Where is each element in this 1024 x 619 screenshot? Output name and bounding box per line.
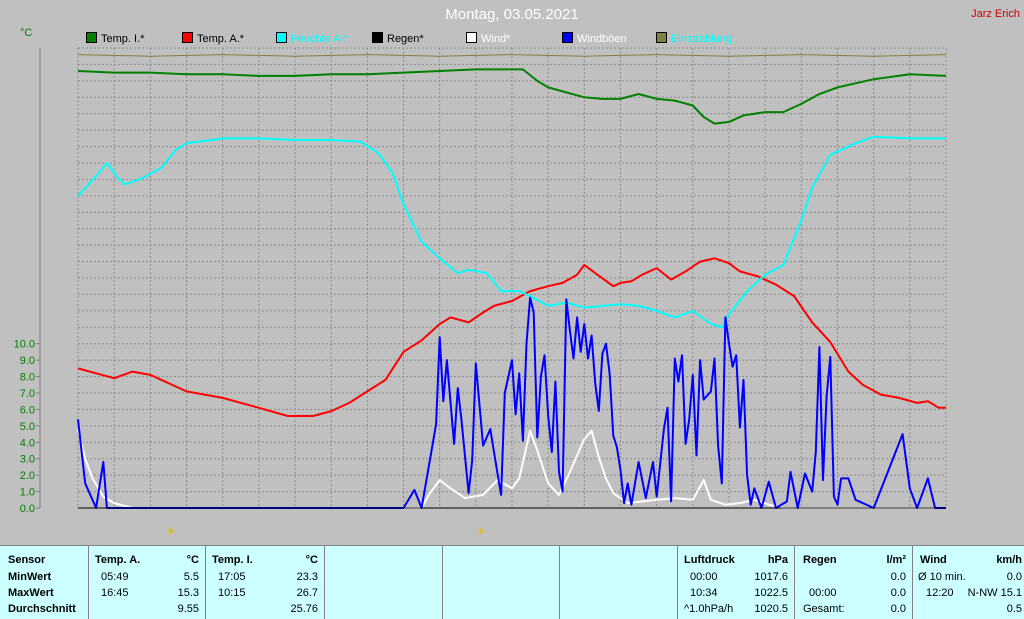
legend-item-temp-a: Temp. A.* <box>182 32 244 45</box>
legend-swatch-windboeen <box>562 32 573 43</box>
temp-a-max-time: 16:45 <box>101 587 129 599</box>
legend-label: Temp. A.* <box>197 33 245 45</box>
stats-col-wind: Wind km/h Ø 10 min. 0.0 12:20 N-NW 15.1 … <box>913 546 1024 619</box>
sunset-icon: ☀ <box>476 526 486 538</box>
wind-avg10-label: Ø 10 min. <box>918 571 966 583</box>
temp-a-max-value: 15.3 <box>177 587 199 599</box>
rain-total-value: 0.0 <box>890 603 906 615</box>
legend-label: Feuchte A.* <box>291 33 348 45</box>
y-tick-label: 1.0 <box>20 487 35 499</box>
temp-i-avg-value: 25.76 <box>290 603 318 615</box>
y-tick-label: 9.0 <box>20 355 35 367</box>
stats-unit-rain: l/m² <box>886 554 906 566</box>
stats-col-empty-3 <box>560 546 678 619</box>
stats-header-wind: Wind <box>920 554 947 566</box>
legend-swatch-einstrahlung <box>656 32 667 43</box>
y-tick-label: 7.0 <box>20 388 35 400</box>
legend-label: Regen* <box>387 33 424 45</box>
wind-max-time: 12:20 <box>926 587 954 599</box>
weather-chart: 0.0 1.0 2.0 3.0 4.0 5.0 6.0 7.0 8.0 9.0 10.0 <box>0 0 1024 545</box>
stats-col-temp-i: Temp. I. °C 17:05 23.3 10:15 26.7 25.76 <box>206 546 325 619</box>
stats-unit-temp-a: °C <box>186 554 199 566</box>
legend-item-regen: Regen* <box>372 32 424 45</box>
wind-max-value: N-NW 15.1 <box>967 587 1022 599</box>
stats-col-empty-1 <box>325 546 443 619</box>
pressure-max-time: 10:34 <box>690 587 718 599</box>
legend-swatch-temp-i <box>86 32 97 43</box>
stats-header-temp-a: Temp. A. <box>95 554 141 566</box>
stats-row-min: MinWert <box>8 571 52 583</box>
temp-a-min-value: 5.5 <box>183 571 199 583</box>
stats-unit-pressure: hPa <box>767 554 788 566</box>
stats-col-rain: Regen l/m² 0.0 00:00 0.0 Gesamt: 0.0 <box>795 546 913 619</box>
pressure-min-value: 1017.6 <box>754 571 788 583</box>
legend-item-wind: Wind* <box>466 32 510 45</box>
temp-a-min-time: 05:49 <box>101 571 129 583</box>
stats-header-rain: Regen <box>803 554 837 566</box>
legend-swatch-temp-a <box>182 32 193 43</box>
legend-item-windboeen: Windböen <box>562 32 627 45</box>
legend-label: Windböen <box>577 33 627 45</box>
y-tick-label: 5.0 <box>20 421 35 433</box>
stats-unit-temp-i: °C <box>305 554 318 566</box>
stats-row-avg: Durchschnitt <box>8 603 76 615</box>
stats-col-sensor: Sensor MinWert MaxWert Durchschnitt <box>0 546 89 619</box>
temp-i-max-value: 26.7 <box>296 587 318 599</box>
pressure-min-time: 00:00 <box>690 571 718 583</box>
stats-header-sensor: Sensor <box>8 554 46 566</box>
stats-row-max: MaxWert <box>8 587 54 599</box>
y-tick-label: 2.0 <box>20 470 35 482</box>
rain-max-time: 00:00 <box>809 587 837 599</box>
temp-a-avg-value: 9.55 <box>177 603 199 615</box>
y-tick-label: 4.0 <box>20 437 35 449</box>
stats-col-temp-a: Temp. A. °C 05:49 5.5 16:45 15.3 9.55 <box>89 546 206 619</box>
legend-swatch-feuchte-a <box>276 32 287 43</box>
pressure-avg-value: 1020.5 <box>754 603 788 615</box>
stats-header-pressure: Luftdruck <box>684 554 735 566</box>
y-unit-label: °C <box>20 27 33 39</box>
stats-col-pressure: Luftdruck hPa 00:00 1017.6 10:34 1022.5 … <box>678 546 795 619</box>
legend-label: Einstrahlung <box>671 33 733 45</box>
author-label: Jarz Erich <box>971 8 1020 20</box>
temp-i-min-value: 23.3 <box>296 571 318 583</box>
rain-max-value: 0.0 <box>890 587 906 599</box>
pressure-trend-label: ^1.0hPa/h <box>684 603 734 615</box>
legend-item-einstrahlung: Einstrahlung <box>656 32 732 45</box>
sunrise-icon: ☀ <box>166 526 176 538</box>
rain-total-label: Gesamt: <box>803 603 845 615</box>
stats-unit-wind: km/h <box>996 554 1022 566</box>
y-tick-label: 0.0 <box>20 503 35 515</box>
y-tick-label: 3.0 <box>20 454 35 466</box>
wind-min-value: 0.0 <box>1006 571 1022 583</box>
legend-label: Wind* <box>481 33 511 45</box>
legend-swatch-regen <box>372 32 383 43</box>
stats-header-temp-i: Temp. I. <box>212 554 253 566</box>
wind-avg-value: 0.5 <box>1006 603 1022 615</box>
legend-item-feuchte-a: Feuchte A.* <box>276 32 348 45</box>
rain-min-value: 0.0 <box>890 571 906 583</box>
temp-i-min-time: 17:05 <box>218 571 246 583</box>
y-tick-label: 10.0 <box>14 339 35 351</box>
legend-swatch-wind <box>466 32 477 43</box>
statistics-panel: Sensor MinWert MaxWert Durchschnitt Temp… <box>0 545 1024 619</box>
stats-col-empty-2 <box>443 546 560 619</box>
y-tick-label: 6.0 <box>20 404 35 416</box>
chart-title: Montag, 03.05.2021 <box>445 6 579 23</box>
legend-label: Temp. I.* <box>101 33 145 45</box>
y-tick-label: 8.0 <box>20 372 35 384</box>
pressure-max-value: 1022.5 <box>754 587 788 599</box>
legend-item-temp-i: Temp. I.* <box>86 32 144 45</box>
temp-i-max-time: 10:15 <box>218 587 246 599</box>
